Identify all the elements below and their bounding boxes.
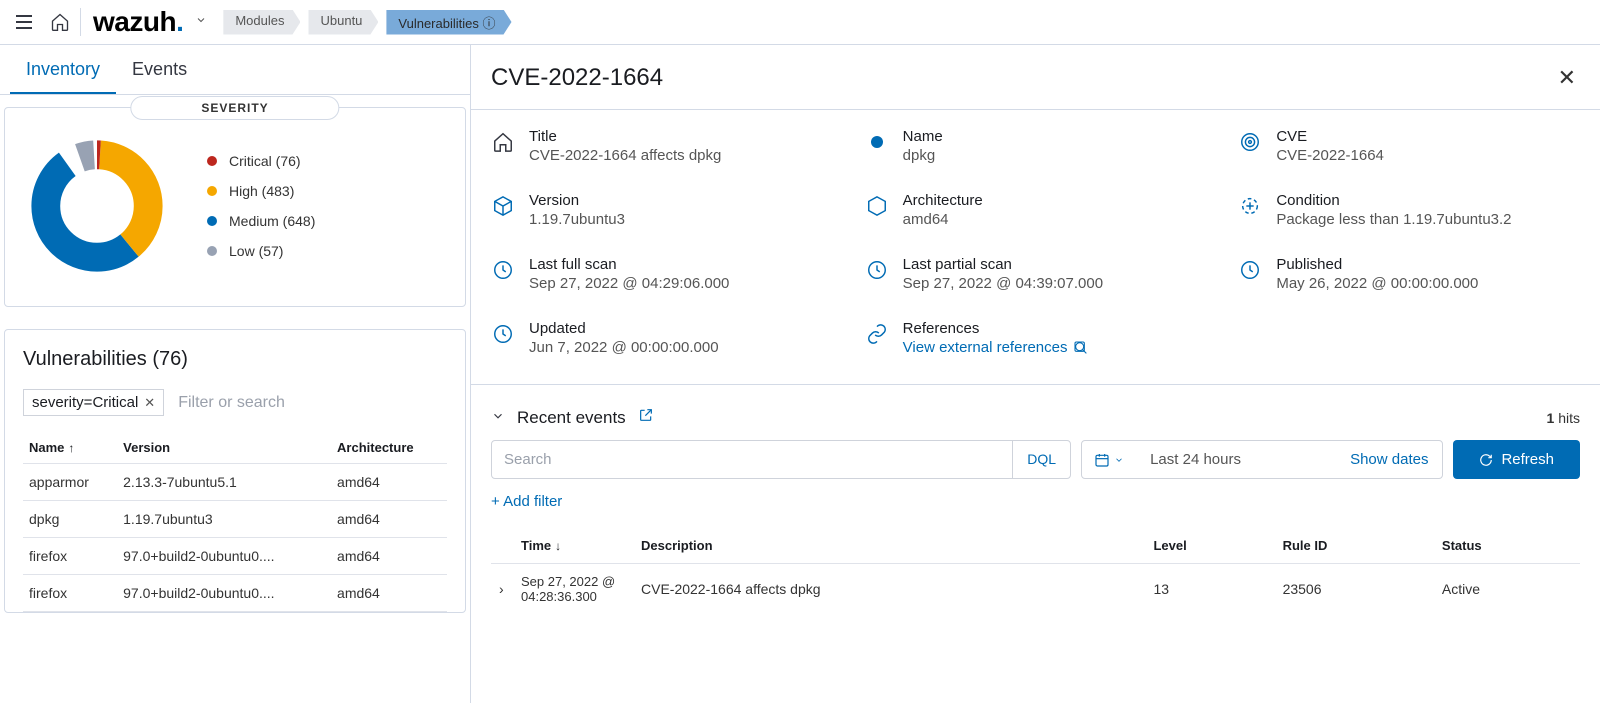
dql-button[interactable]: DQL [1012, 441, 1070, 478]
severity-card: SEVERITY Critical (76) High (483) Medium… [4, 107, 466, 307]
brand-logo: wazuh. [93, 6, 183, 38]
tab-events[interactable]: Events [116, 45, 203, 94]
col-level[interactable]: Level [1145, 528, 1274, 564]
events-table: Time↓ Description Level Rule ID Status ›… [491, 528, 1580, 614]
target-icon [1238, 130, 1262, 154]
clock-icon [491, 322, 515, 346]
calendar-icon [1094, 452, 1110, 468]
field-cve: CVECVE-2022-1664 [1238, 128, 1580, 164]
refresh-icon [1479, 453, 1493, 467]
col-rule-id[interactable]: Rule ID [1275, 528, 1434, 564]
crumb-os[interactable]: Ubuntu [308, 10, 378, 35]
table-row[interactable]: dpkg1.19.7ubuntu3amd64 [23, 501, 447, 538]
dot-icon [865, 130, 889, 154]
home-icon [491, 130, 515, 154]
refresh-button[interactable]: Refresh [1453, 440, 1580, 479]
table-row[interactable]: firefox97.0+build2-0ubuntu0....amd64 [23, 538, 447, 575]
field-architecture: Architectureamd64 [865, 192, 1207, 228]
date-range[interactable]: Last 24 hours [1136, 441, 1336, 478]
breadcrumb: Modules Ubuntu Vulnerabilities ⓘ [223, 10, 511, 35]
severity-donut-chart [17, 126, 177, 286]
field-title: TitleCVE-2022-1664 affects dpkg [491, 128, 833, 164]
vulnerabilities-card: Vulnerabilities (76) severity=Critical ✕… [4, 329, 466, 613]
field-condition: ConditionPackage less than 1.19.7ubuntu3… [1238, 192, 1580, 228]
col-name[interactable]: Name↑ [23, 432, 117, 464]
col-time[interactable]: Time↓ [513, 528, 633, 564]
field-last-full-scan: Last full scanSep 27, 2022 @ 04:29:06.00… [491, 256, 833, 292]
sort-asc-icon: ↑ [68, 441, 74, 455]
topbar: wazuh. Modules Ubuntu Vulnerabilities ⓘ [0, 0, 1600, 45]
crosshair-icon [1238, 194, 1262, 218]
events-search-input[interactable]: Search [492, 441, 1012, 478]
tab-inventory[interactable]: Inventory [10, 45, 116, 94]
crumb-modules[interactable]: Modules [223, 10, 300, 35]
home-icon[interactable] [50, 12, 70, 32]
severity-label: SEVERITY [130, 96, 339, 120]
link-icon [865, 322, 889, 346]
dot-icon [207, 246, 217, 256]
expand-row-button[interactable]: › [491, 564, 513, 615]
col-description[interactable]: Description [633, 528, 1145, 564]
clock-icon [865, 258, 889, 282]
hamburger-icon [16, 15, 32, 29]
legend-low[interactable]: Low (57) [207, 243, 315, 259]
field-name: Namedpkg [865, 128, 1207, 164]
table-row[interactable]: › Sep 27, 2022 @ 04:28:36.300 CVE-2022-1… [491, 564, 1580, 615]
legend-high[interactable]: High (483) [207, 183, 315, 199]
close-icon[interactable]: ✕ [144, 395, 155, 411]
inspect-icon [1073, 340, 1089, 356]
search-input[interactable]: Filter or search [178, 394, 285, 412]
legend-critical[interactable]: Critical (76) [207, 153, 315, 169]
close-button[interactable]: ✕ [1554, 61, 1580, 95]
events-search-box: Search DQL [491, 440, 1071, 479]
clock-icon [1238, 258, 1262, 282]
col-arch[interactable]: Architecture [331, 432, 447, 464]
table-row[interactable]: apparmor2.13.3-7ubuntu5.1amd64 [23, 464, 447, 501]
vulnerabilities-table: Name↑ Version Architecture apparmor2.13.… [23, 432, 447, 612]
recent-hits: 1 hits [1547, 410, 1580, 426]
chevron-down-icon[interactable] [491, 408, 505, 428]
recent-events-title: Recent events [517, 408, 626, 428]
field-published: PublishedMay 26, 2022 @ 00:00:00.000 [1238, 256, 1580, 292]
brand-dropdown[interactable] [195, 13, 207, 31]
crumb-section[interactable]: Vulnerabilities ⓘ [386, 10, 511, 35]
dot-icon [207, 216, 217, 226]
severity-legend: Critical (76) High (483) Medium (648) Lo… [207, 153, 315, 259]
field-updated: UpdatedJun 7, 2022 @ 00:00:00.000 [491, 320, 833, 356]
sort-desc-icon: ↓ [555, 539, 561, 553]
info-icon: ⓘ [482, 16, 495, 31]
divider [80, 8, 81, 36]
clock-icon [491, 258, 515, 282]
tabs: Inventory Events [0, 45, 470, 95]
hexagon-icon [865, 194, 889, 218]
detail-flyout: CVE-2022-1664 ✕ TitleCVE-2022-1664 affec… [470, 45, 1600, 703]
field-last-partial-scan: Last partial scanSep 27, 2022 @ 04:39:07… [865, 256, 1207, 292]
chevron-down-icon [1114, 455, 1124, 465]
dot-icon [207, 156, 217, 166]
rule-id-link[interactable]: 23506 [1275, 564, 1434, 615]
add-filter-button[interactable]: + Add filter [471, 489, 1600, 528]
open-external-icon[interactable] [638, 407, 654, 428]
field-version: Version1.19.7ubuntu3 [491, 192, 833, 228]
legend-medium[interactable]: Medium (648) [207, 213, 315, 229]
field-references: References View external references [865, 320, 1207, 356]
package-icon [491, 194, 515, 218]
hamburger-menu-button[interactable] [8, 6, 40, 38]
col-status[interactable]: Status [1434, 528, 1580, 564]
filter-pill-severity[interactable]: severity=Critical ✕ [23, 389, 164, 416]
view-references-link[interactable]: View external references [903, 339, 1090, 356]
calendar-button[interactable] [1082, 441, 1136, 478]
detail-title: CVE-2022-1664 [491, 64, 663, 92]
left-pane: Inventory Events SEVERITY Critical (76) … [0, 45, 470, 703]
dot-icon [207, 186, 217, 196]
show-dates-button[interactable]: Show dates [1336, 441, 1442, 478]
col-version[interactable]: Version [117, 432, 331, 464]
vulnerabilities-heading: Vulnerabilities (76) [23, 348, 447, 371]
table-row[interactable]: firefox97.0+build2-0ubuntu0....amd64 [23, 575, 447, 612]
